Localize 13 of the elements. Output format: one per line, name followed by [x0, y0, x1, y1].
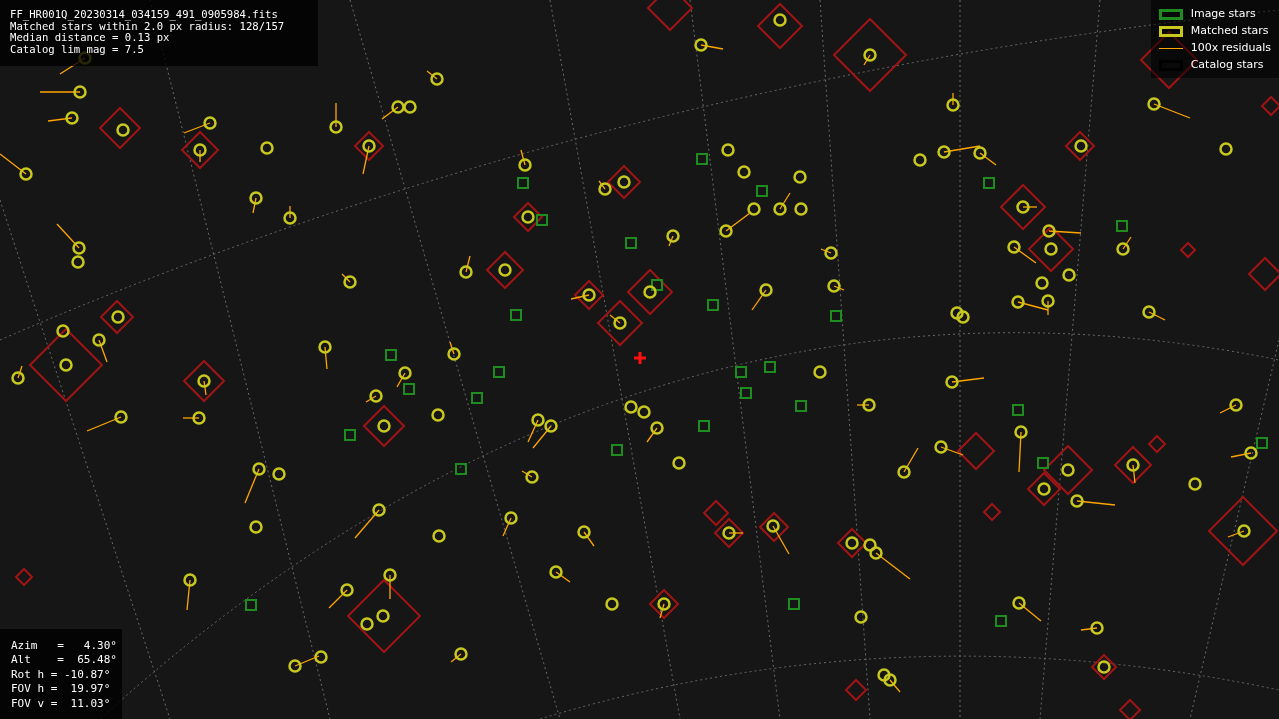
pointing-text: Rot h = -10.87° — [11, 667, 111, 683]
legend-label: 100x residuals — [1190, 40, 1271, 57]
legend-label: Image stars — [1190, 6, 1256, 23]
pointing-text: FOV h = 19.97° — [11, 682, 111, 697]
info-text: Median distance = 0.13 px — [10, 32, 170, 44]
legend-label: Matched stars — [1190, 23, 1269, 40]
info-text: FF_HR001Q_20230314_034159_491_0905984.fits — [10, 9, 278, 21]
pointing-text: Azim = 4.30° — [11, 638, 117, 654]
legend-label: Catalog stars — [1190, 57, 1264, 74]
pointing-text: Alt = 65.48° — [11, 653, 117, 668]
pointing-text: FOV v = 11.03° — [11, 696, 111, 711]
info-text: Matched stars within 2.0 px radius: 128/157 — [10, 20, 285, 32]
info-text: Catalog lim mag = 7.5 — [10, 43, 144, 55]
